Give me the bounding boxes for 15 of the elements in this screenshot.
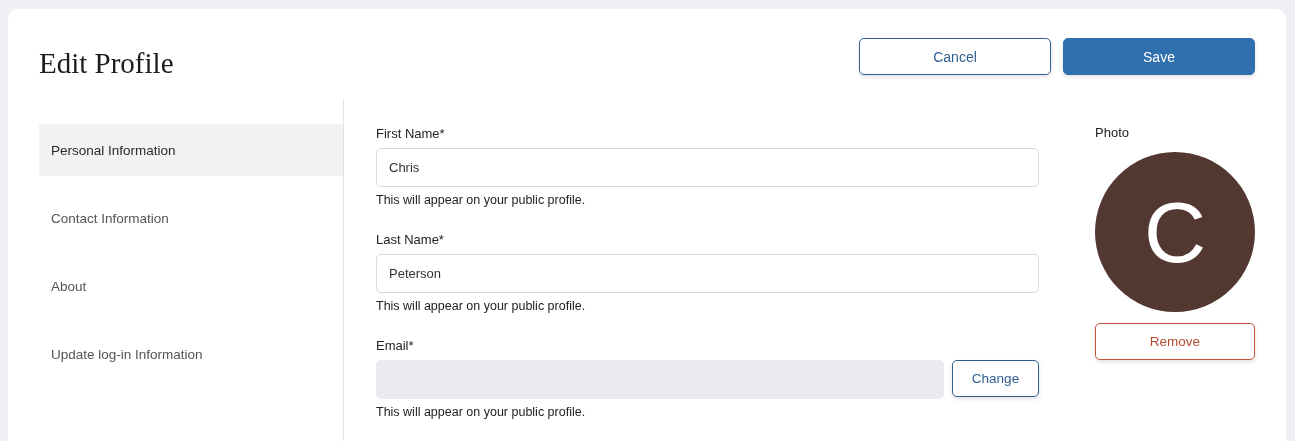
field-label: Email* — [376, 338, 415, 352]
cancel-button[interactable]: Cancel — [859, 38, 1051, 75]
avatar: C — [1095, 152, 1255, 312]
save-button[interactable]: Save — [1063, 38, 1255, 75]
help-text: This will appear on your public profile. — [376, 193, 587, 207]
remove-button[interactable]: Remove — [1095, 323, 1255, 360]
field-label: First Name* — [376, 126, 446, 140]
photo-label: Photo — [1095, 125, 1130, 139]
field-label: Last Name* — [376, 232, 445, 246]
help-text: This will appear on your public profile. — [376, 299, 587, 313]
sidebar-item[interactable]: Personal Information — [39, 124, 343, 176]
input-field[interactable]: Chris — [376, 148, 1039, 187]
input-field[interactable]: Peterson — [376, 254, 1039, 293]
page-title: Edit Profile — [39, 47, 174, 80]
help-text: This will appear on your public profile. — [376, 405, 587, 419]
